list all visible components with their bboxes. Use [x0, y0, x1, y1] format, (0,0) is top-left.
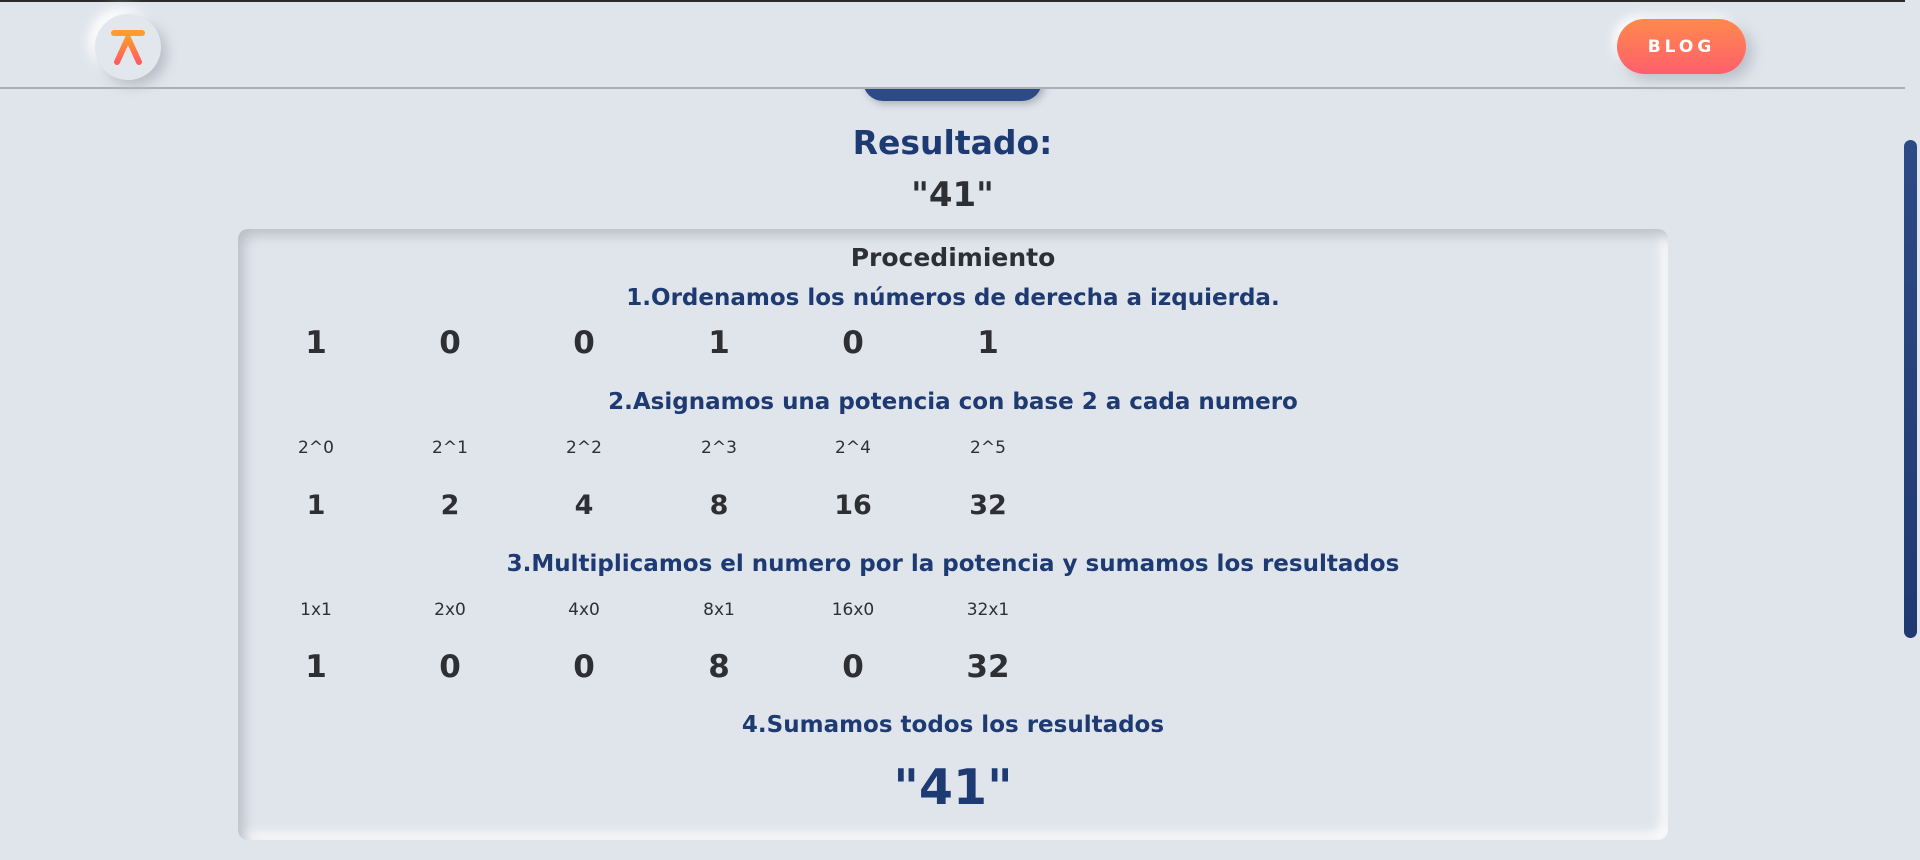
power-cell: 2^5 — [970, 438, 1006, 458]
product-value-cell: 0 — [573, 649, 595, 685]
product-value-cell: 32 — [966, 649, 1010, 685]
product-cell: 2x0 — [434, 600, 466, 620]
power-value-cell: 32 — [969, 490, 1007, 521]
step3-title: 3.Multiplicamos el numero por la potenci… — [506, 551, 1400, 577]
power-cell: 2^0 — [298, 438, 334, 458]
product-cell: 16x0 — [831, 600, 875, 620]
digit-cell: 1 — [708, 325, 730, 361]
power-cell: 2^2 — [566, 438, 602, 458]
digit-cell: 0 — [842, 325, 864, 361]
digit-cell: 1 — [305, 325, 327, 361]
result-title: Resultado: — [852, 123, 1053, 162]
product-value-cell: 0 — [439, 649, 461, 685]
digit-cell: 1 — [977, 325, 999, 361]
power-value-cell: 1 — [306, 490, 326, 521]
result-value: "41" — [911, 175, 994, 215]
step2-powers-row: 2^0 2^1 2^2 2^3 2^4 2^5 — [238, 438, 1668, 478]
home-logo-button[interactable] — [95, 14, 161, 80]
step3-products-row: 1x1 2x0 4x0 8x1 16x0 32x1 — [238, 600, 1668, 640]
procedure-card: Procedimiento 1.Ordenamos los números de… — [238, 229, 1668, 840]
final-result: "41" — [893, 759, 1013, 816]
power-value-cell: 4 — [574, 490, 594, 521]
power-value-cell: 2 — [440, 490, 460, 521]
blog-button[interactable]: BLOG — [1617, 19, 1746, 74]
product-cell: 8x1 — [703, 600, 735, 620]
procedure-title: Procedimiento — [850, 243, 1056, 272]
step1-title: 1.Ordenamos los números de derecha a izq… — [626, 285, 1280, 311]
caret-logo-icon — [111, 30, 145, 65]
digit-cell: 0 — [439, 325, 461, 361]
step3-values-row: 1 0 0 8 0 32 — [238, 649, 1668, 689]
step2-title: 2.Asignamos una potencia con base 2 a ca… — [608, 389, 1298, 415]
step4-title: 4.Sumamos todos los resultados — [741, 712, 1165, 738]
product-value-cell: 1 — [305, 649, 327, 685]
power-cell: 2^3 — [701, 438, 737, 458]
product-cell: 32x1 — [966, 600, 1010, 620]
power-value-cell: 8 — [709, 490, 729, 521]
product-cell: 4x0 — [568, 600, 600, 620]
power-value-cell: 16 — [834, 490, 872, 521]
header: BLOG — [0, 0, 1905, 89]
power-cell: 2^4 — [835, 438, 871, 458]
product-value-cell: 8 — [708, 649, 730, 685]
power-cell: 2^1 — [432, 438, 468, 458]
product-value-cell: 0 — [842, 649, 864, 685]
scrollbar-thumb[interactable] — [1904, 140, 1917, 638]
digit-cell: 0 — [573, 325, 595, 361]
step2-values-row: 1 2 4 8 16 32 — [238, 490, 1668, 530]
page: BLOG Resultado: "41" Procedimiento 1.Ord… — [0, 0, 1920, 860]
product-cell: 1x1 — [300, 600, 332, 620]
step1-digits-row: 1 0 0 1 0 1 — [238, 325, 1668, 365]
